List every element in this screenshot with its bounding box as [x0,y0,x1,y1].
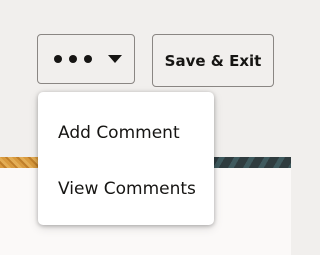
banner-pattern-left [0,157,38,168]
more-actions-menu: Add Comment View Comments [38,92,214,225]
save-and-exit-button[interactable]: Save & Exit [152,34,274,87]
chevron-down-icon [108,55,122,63]
menu-item-add-comment[interactable]: Add Comment [38,110,214,156]
more-options-icon [54,55,92,63]
menu-item-view-comments[interactable]: View Comments [38,166,214,212]
banner-pattern-right [210,157,291,168]
more-actions-button[interactable] [37,34,135,84]
